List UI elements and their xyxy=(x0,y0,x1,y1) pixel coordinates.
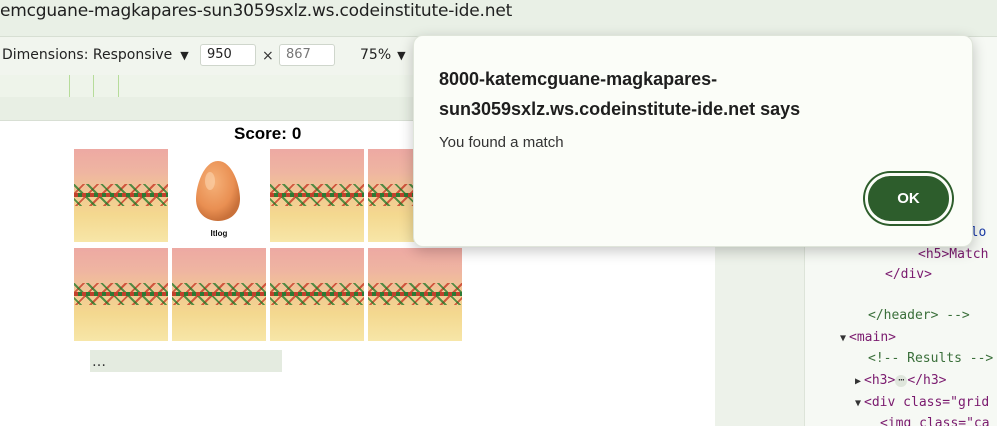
code-line[interactable]: ▼ <main> xyxy=(840,330,896,345)
memory-card[interactable] xyxy=(172,248,266,341)
height-input[interactable]: 867 xyxy=(279,44,335,66)
memory-card[interactable] xyxy=(270,248,364,341)
chevron-down-icon: ▼ xyxy=(397,49,406,62)
zoom-dropdown[interactable]: 75% ▼ xyxy=(360,47,406,63)
card-label: Itlog xyxy=(210,229,228,238)
code-line[interactable]: </header> --> xyxy=(868,308,970,323)
score-label: Score: xyxy=(234,124,287,143)
code-line[interactable]: <h5>Match xyxy=(918,247,988,262)
url-text[interactable]: emcguane-magkapares-sun3059sxlz.ws.codei… xyxy=(0,1,512,21)
expanded-triangle-icon[interactable]: ▼ xyxy=(840,333,846,344)
score-display: Score: 0 xyxy=(234,124,301,144)
ok-button[interactable]: OK xyxy=(865,173,952,224)
dialog-origin-title: 8000-katemcguane-magkapares-sun3059sxlz.… xyxy=(439,69,801,119)
ruler-tick xyxy=(69,75,70,97)
memory-card[interactable] xyxy=(74,149,168,242)
chevron-down-icon: ▼ xyxy=(180,49,189,62)
zoom-label: 75% xyxy=(360,47,392,63)
address-bar[interactable]: emcguane-magkapares-sun3059sxlz.ws.codei… xyxy=(0,0,997,37)
score-value: 0 xyxy=(291,124,302,143)
ruler-tick xyxy=(93,75,94,97)
egg-icon xyxy=(196,161,240,221)
memory-card[interactable] xyxy=(74,248,168,341)
ruler-tick xyxy=(118,75,119,97)
code-line[interactable]: </div> xyxy=(885,267,932,282)
code-line[interactable]: ▶ <h3> ⋯ </h3> xyxy=(855,373,947,388)
memory-card-revealed[interactable]: Itlog xyxy=(172,149,266,242)
alert-dialog: 8000-katemcguane-magkapares-sun3059sxlz.… xyxy=(413,35,973,247)
dialog-message: You found a match xyxy=(439,134,564,151)
code-line[interactable]: <img class="ca xyxy=(880,416,990,426)
more-options-icon[interactable]: … xyxy=(92,354,106,370)
collapsed-triangle-icon[interactable]: ▶ xyxy=(855,376,861,387)
expanded-triangle-icon[interactable]: ▼ xyxy=(855,398,861,409)
times-separator: × xyxy=(262,48,274,64)
dimensions-label: Dimensions: Responsive xyxy=(2,47,173,63)
code-line[interactable]: <!-- Results --> xyxy=(868,351,993,366)
code-line-selected[interactable]: ▼ <div class="grid xyxy=(855,395,989,410)
collapsed-content-icon[interactable]: ⋯ xyxy=(895,374,908,387)
memory-card[interactable] xyxy=(270,149,364,242)
selected-line-highlight xyxy=(90,350,282,372)
width-input[interactable]: 950 xyxy=(200,44,256,66)
dimensions-dropdown[interactable]: Dimensions: Responsive ▼ xyxy=(2,47,189,63)
memory-card[interactable] xyxy=(368,248,462,341)
